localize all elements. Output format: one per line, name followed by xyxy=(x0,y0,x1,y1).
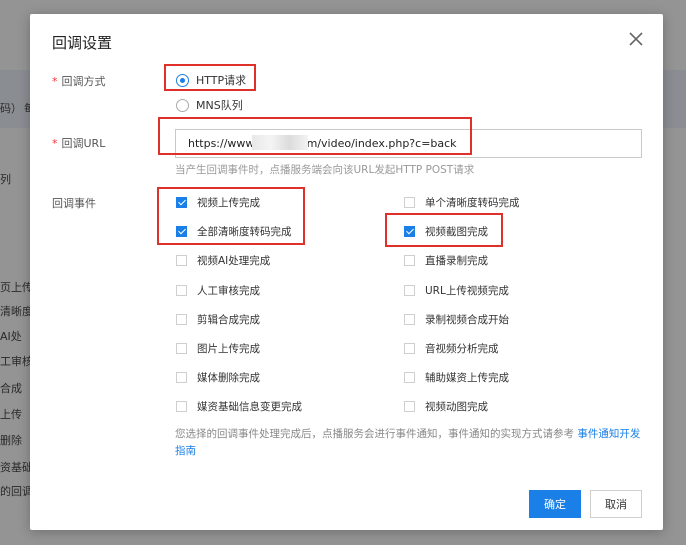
checkbox-icon[interactable] xyxy=(404,342,415,354)
checkbox-icon[interactable] xyxy=(404,284,415,296)
checkbox-checked-icon[interactable] xyxy=(404,225,415,237)
event-checkbox-ai-process[interactable]: 视频AI处理完成 xyxy=(176,252,270,268)
checkbox-checked-icon[interactable] xyxy=(176,225,187,237)
event-checkbox-media-delete[interactable]: 媒体删除完成 xyxy=(176,369,260,385)
event-checkbox-media-info-change[interactable]: 媒资基础信息变更完成 xyxy=(176,398,302,414)
checkbox-icon[interactable] xyxy=(404,254,415,266)
event-label: URL上传视频完成 xyxy=(425,284,509,297)
required-mark: * xyxy=(52,75,58,88)
close-icon[interactable] xyxy=(627,30,645,48)
event-label: 辅助媒资上传完成 xyxy=(425,371,509,384)
event-label: 音视频分析完成 xyxy=(425,342,499,355)
callback-url-input[interactable] xyxy=(175,129,642,158)
event-checkbox-manual-review[interactable]: 人工审核完成 xyxy=(176,282,260,298)
event-label: 视频上传完成 xyxy=(197,196,260,209)
radio-mns-queue[interactable]: MNS队列 xyxy=(176,96,243,114)
callback-url-hint: 当产生回调事件时，点播服务端会向该URL发起HTTP POST请求 xyxy=(175,164,475,176)
event-checkbox-av-analysis[interactable]: 音视频分析完成 xyxy=(404,340,499,356)
checkbox-icon[interactable] xyxy=(404,313,415,325)
event-checkbox-video-upload[interactable]: 视频上传完成 xyxy=(176,194,260,210)
event-label: 单个清晰度转码完成 xyxy=(425,196,520,209)
event-checkbox-snapshot[interactable]: 视频截图完成 xyxy=(404,223,488,239)
event-checkbox-aux-media-upload[interactable]: 辅助媒资上传完成 xyxy=(404,369,509,385)
confirm-button[interactable]: 确定 xyxy=(529,490,581,518)
event-label: 图片上传完成 xyxy=(197,342,260,355)
event-label: 视频截图完成 xyxy=(425,225,488,238)
callback-settings-dialog: 回调设置 *回调方式 HTTP请求 MNS队列 *回调URL 当产生回调事件时，… xyxy=(30,14,663,530)
radio-http-request[interactable]: HTTP请求 xyxy=(176,71,246,89)
radio-label: HTTP请求 xyxy=(196,74,247,87)
event-checkbox-live-record[interactable]: 直播录制完成 xyxy=(404,252,488,268)
event-label: 媒体删除完成 xyxy=(197,371,260,384)
checkbox-icon[interactable] xyxy=(176,313,187,325)
radio-selected-icon[interactable] xyxy=(176,73,189,87)
checkbox-icon[interactable] xyxy=(404,196,415,208)
event-checkbox-image-upload[interactable]: 图片上传完成 xyxy=(176,340,260,356)
callback-url-text: 回调URL xyxy=(61,137,106,150)
event-label: 直播录制完成 xyxy=(425,254,488,267)
note-text: 您选择的回调事件处理完成后，点播服务会进行事件通知，事件通知的实现方式请参考 xyxy=(175,428,578,440)
event-checkbox-url-upload[interactable]: URL上传视频完成 xyxy=(404,282,509,298)
callback-method-label: * 回调方式 xyxy=(52,73,106,89)
checkbox-icon[interactable] xyxy=(404,400,415,412)
radio-unselected-icon[interactable] xyxy=(176,98,189,112)
checkbox-icon[interactable] xyxy=(176,254,187,266)
checkbox-icon[interactable] xyxy=(176,371,187,383)
event-checkbox-record-compose-start[interactable]: 录制视频合成开始 xyxy=(404,311,509,327)
required-mark: * xyxy=(52,137,58,150)
callback-url-label: * 回调URL xyxy=(52,135,105,151)
event-label: 剪辑合成完成 xyxy=(197,313,260,326)
event-label: 全部清晰度转码完成 xyxy=(197,225,292,238)
callback-method-text: 回调方式 xyxy=(61,75,106,88)
checkbox-checked-icon[interactable] xyxy=(176,196,187,208)
checkbox-icon[interactable] xyxy=(176,342,187,354)
event-label: 视频动图完成 xyxy=(425,400,488,413)
redacted-blur xyxy=(252,135,308,150)
callback-events-label: 回调事件 xyxy=(52,197,96,210)
checkbox-icon[interactable] xyxy=(404,371,415,383)
event-checkbox-video-gif[interactable]: 视频动图完成 xyxy=(404,398,488,414)
event-checkbox-single-transcode[interactable]: 单个清晰度转码完成 xyxy=(404,194,520,210)
checkbox-icon[interactable] xyxy=(176,284,187,296)
event-label: 媒资基础信息变更完成 xyxy=(197,400,302,413)
dialog-title: 回调设置 xyxy=(52,34,113,52)
cancel-button[interactable]: 取消 xyxy=(590,490,642,518)
event-checkbox-edit-compose[interactable]: 剪辑合成完成 xyxy=(176,311,260,327)
event-checkbox-all-transcode[interactable]: 全部清晰度转码完成 xyxy=(176,223,292,239)
event-label: 人工审核完成 xyxy=(197,284,260,297)
event-label: 录制视频合成开始 xyxy=(425,313,509,326)
event-label: 视频AI处理完成 xyxy=(197,254,271,267)
radio-label: MNS队列 xyxy=(196,99,243,112)
event-notification-note: 您选择的回调事件处理完成后，点播服务会进行事件通知，事件通知的实现方式请参考 事… xyxy=(175,426,645,460)
checkbox-icon[interactable] xyxy=(176,400,187,412)
